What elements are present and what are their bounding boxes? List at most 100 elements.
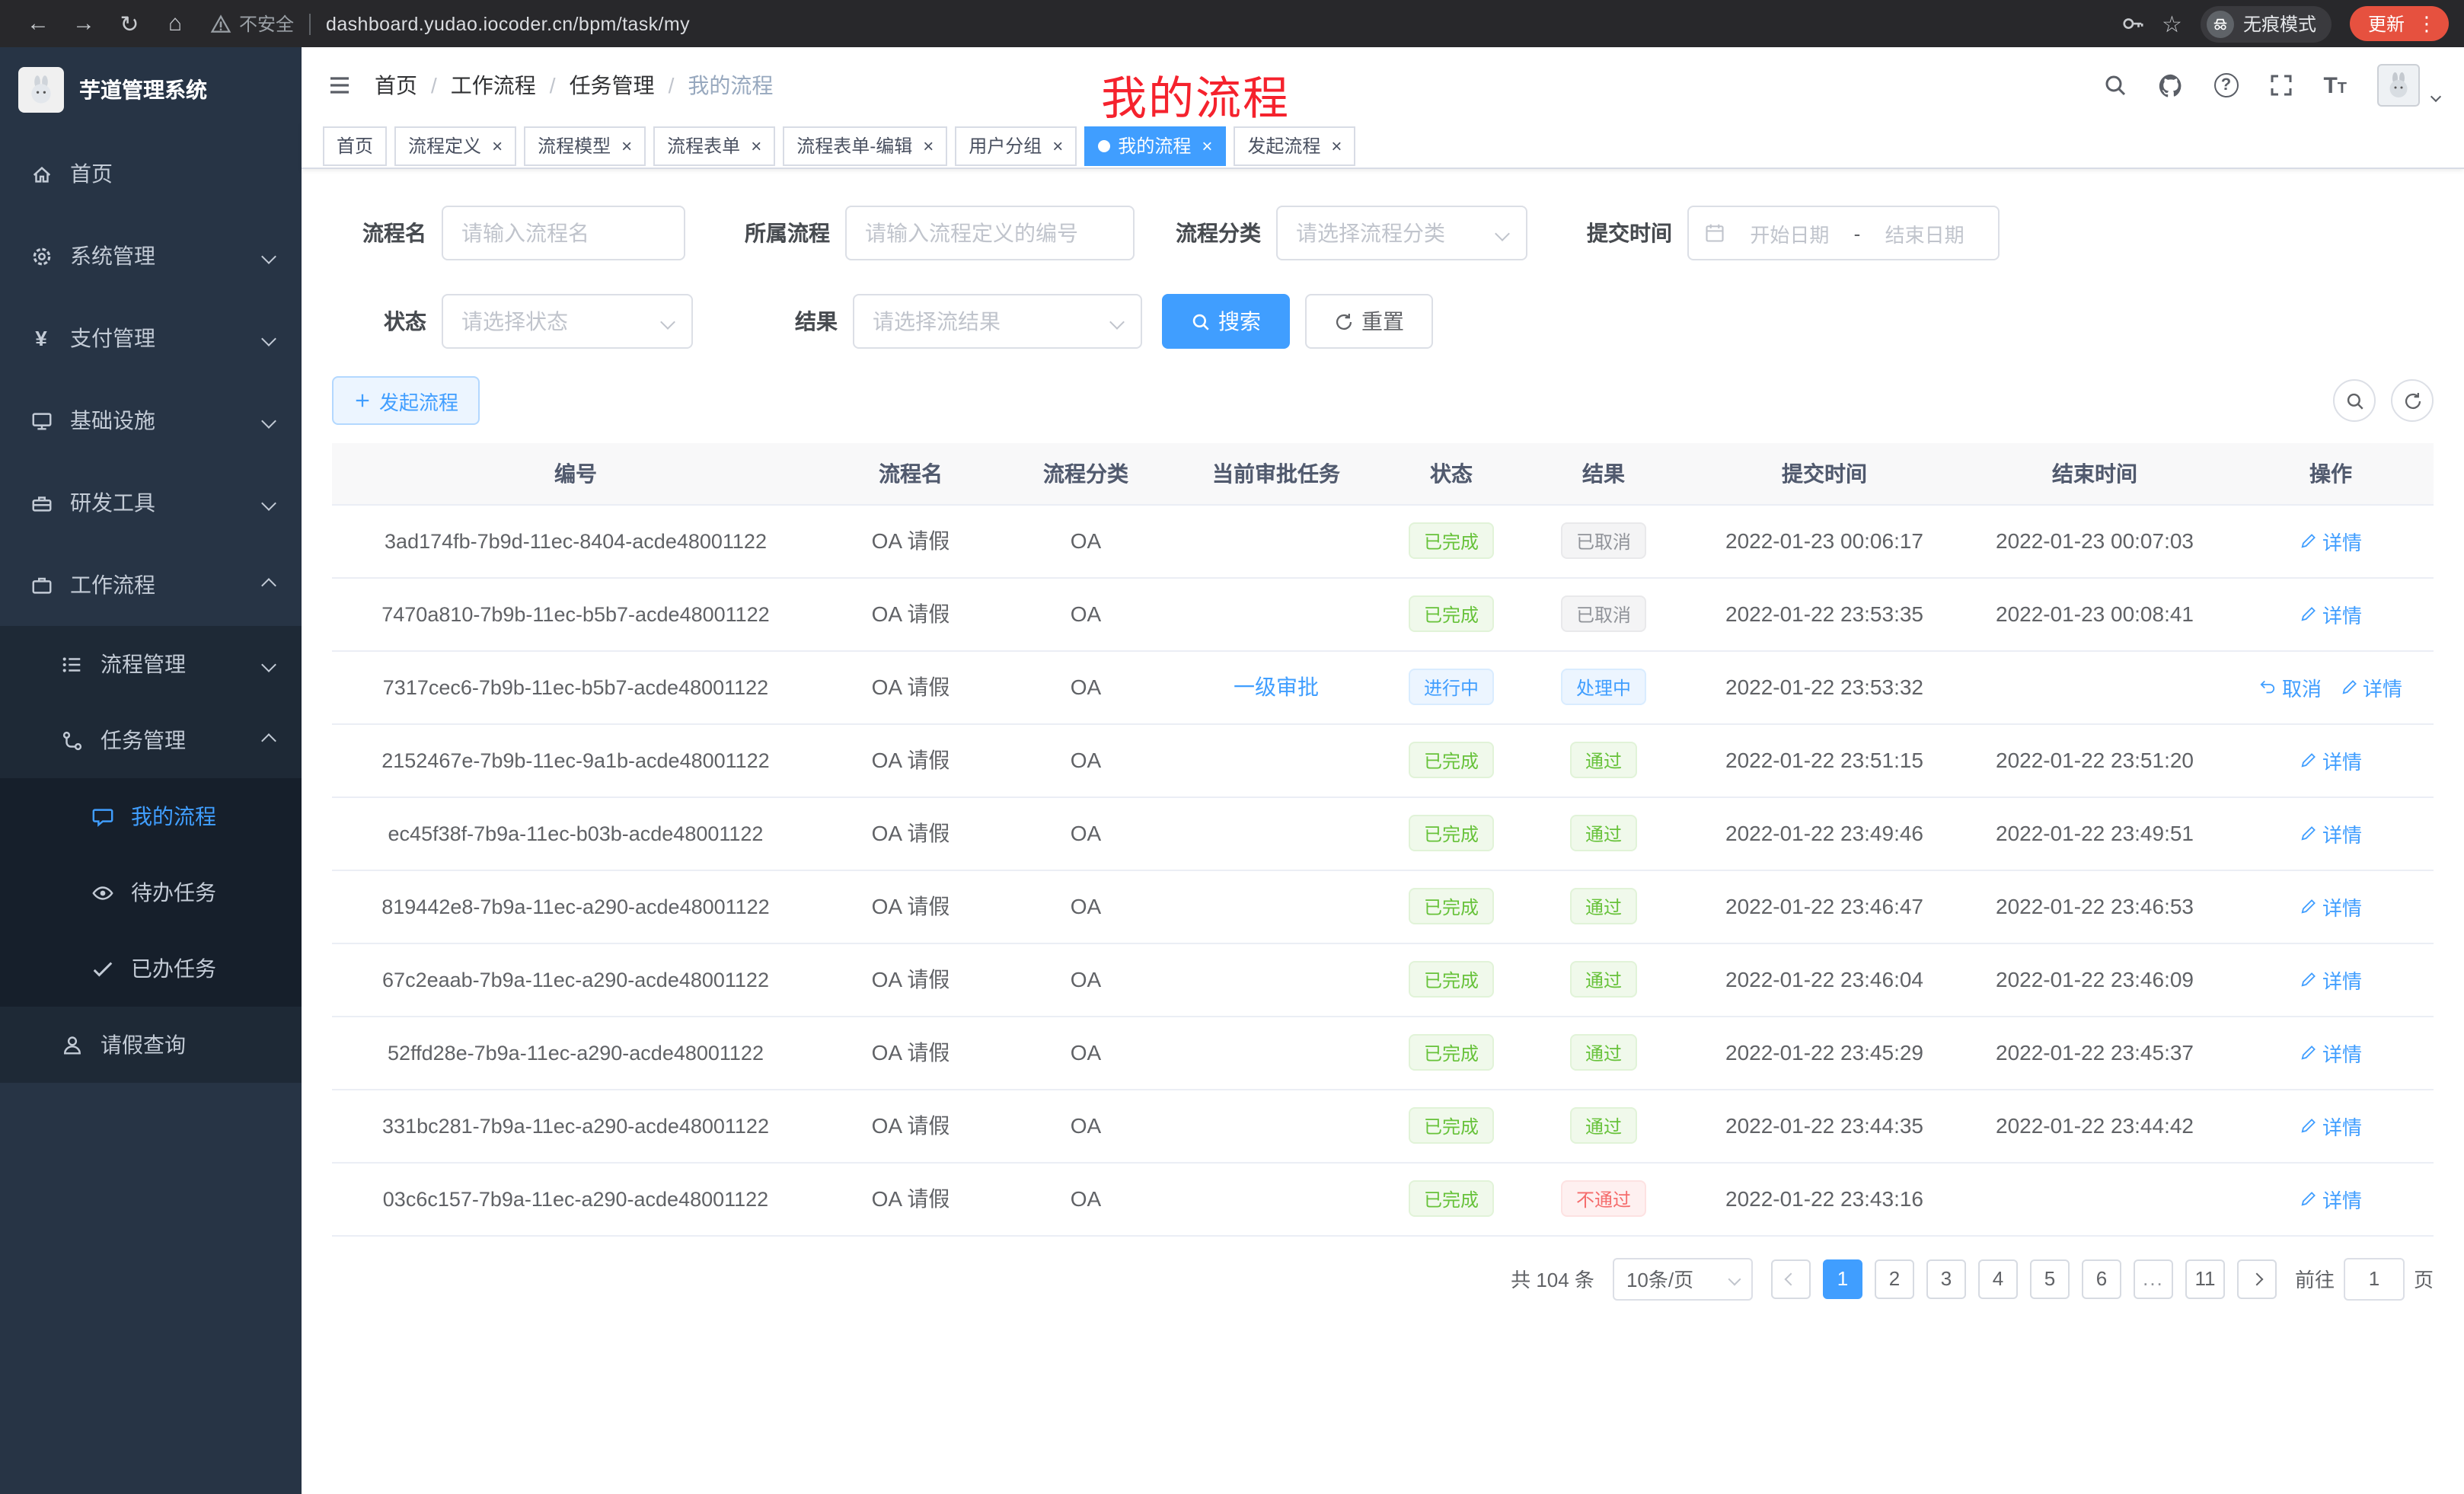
result-select[interactable]: 请选择流结果 <box>853 294 1142 349</box>
submit-time-range-picker[interactable]: 开始日期 - 结束日期 <box>1687 206 2000 260</box>
sidebar-item-task-mgmt[interactable]: 任务管理 <box>0 702 302 778</box>
close-icon[interactable]: × <box>492 135 503 156</box>
user-avatar[interactable] <box>2377 64 2420 107</box>
detail-link[interactable]: 详情 <box>2300 965 2362 994</box>
pager-page-3[interactable]: 3 <box>1926 1259 1966 1298</box>
flow-icon <box>58 729 85 752</box>
detail-link[interactable]: 详情 <box>2340 672 2402 701</box>
breadcrumb-separator: / <box>669 73 675 97</box>
app-logo[interactable]: 芋道管理系统 <box>0 47 302 132</box>
cell-category: OA <box>1002 796 1170 870</box>
tab-home[interactable]: 首页 <box>323 126 387 165</box>
pager-page-11[interactable]: 11 <box>2185 1259 2225 1298</box>
sidebar-item-done-tasks[interactable]: 已办任务 <box>0 931 302 1007</box>
breadcrumb-item[interactable]: 任务管理 <box>570 70 655 101</box>
search-button[interactable]: 搜索 <box>1162 294 1290 349</box>
table-row: 67c2eaab-7b9a-11ec-a290-acde48001122OA 请… <box>332 943 2434 1016</box>
hamburger-icon[interactable] <box>326 73 353 97</box>
submit-time-label: 提交时间 <box>1527 218 1687 248</box>
sidebar-item-infrastructure[interactable]: 基础设施 <box>0 379 302 461</box>
font-size-icon[interactable]: TT <box>2323 72 2347 98</box>
chevron-down-icon[interactable] <box>2430 91 2441 102</box>
detail-link[interactable]: 详情 <box>2300 892 2362 921</box>
message-icon <box>88 805 116 828</box>
status-tag: 已完成 <box>1409 815 1494 851</box>
detail-link[interactable]: 详情 <box>2300 745 2362 774</box>
cell-status: 已完成 <box>1383 1089 1520 1162</box>
key-icon[interactable] <box>2121 12 2143 35</box>
pager-page-6[interactable]: 6 <box>2082 1259 2121 1298</box>
github-icon[interactable] <box>2157 72 2183 98</box>
cancel-link[interactable]: 取消 <box>2259 672 2322 701</box>
tab-process-definition[interactable]: 流程定义× <box>394 126 516 165</box>
page-size-select[interactable]: 10条/页 <box>1613 1257 1753 1300</box>
close-icon[interactable]: × <box>621 135 632 156</box>
detail-link[interactable]: 详情 <box>2300 819 2362 848</box>
result-tag: 已取消 <box>1561 595 1646 632</box>
sidebar-item-process-mgmt[interactable]: 流程管理 <box>0 626 302 702</box>
detail-link[interactable]: 详情 <box>2300 526 2362 555</box>
close-icon[interactable]: × <box>751 135 761 156</box>
refresh-table-button[interactable] <box>2391 379 2434 422</box>
update-button[interactable]: 更新 ⋮ <box>2350 6 2449 41</box>
breadcrumb-item[interactable]: 工作流程 <box>451 70 536 101</box>
pager-page-2[interactable]: 2 <box>1875 1259 1914 1298</box>
url-bar[interactable]: dashboard.yudao.iocoder.cn/bpm/task/my <box>326 13 690 34</box>
current-task-link[interactable]: 一级审批 <box>1234 675 1319 699</box>
status-select[interactable]: 请选择状态 <box>442 294 693 349</box>
security-warning[interactable]: 不安全 <box>210 11 294 37</box>
create-process-button[interactable]: 发起流程 <box>332 376 480 425</box>
detail-link[interactable]: 详情 <box>2300 1038 2362 1067</box>
sidebar-item-dev-tools[interactable]: 研发工具 <box>0 461 302 544</box>
fullscreen-icon[interactable] <box>2268 73 2293 97</box>
breadcrumb-item[interactable]: 首页 <box>375 70 417 101</box>
sidebar-item-home[interactable]: 首页 <box>0 132 302 215</box>
help-icon[interactable]: ? <box>2213 73 2238 97</box>
pager-prev[interactable] <box>1771 1259 1811 1298</box>
toggle-search-button[interactable] <box>2333 379 2376 422</box>
process-name-input[interactable] <box>442 206 685 260</box>
tab-process-model[interactable]: 流程模型× <box>524 126 646 165</box>
pager-page-5[interactable]: 5 <box>2030 1259 2070 1298</box>
tab-user-group[interactable]: 用户分组× <box>955 126 1077 165</box>
browser-menu-icon[interactable]: ⋮ <box>2417 11 2437 36</box>
close-icon[interactable]: × <box>1052 135 1063 156</box>
detail-link[interactable]: 详情 <box>2300 1184 2362 1213</box>
refresh-icon[interactable]: ↻ <box>107 10 152 37</box>
sidebar-item-workflow[interactable]: 工作流程 <box>0 544 302 626</box>
pager-ellipsis[interactable]: ... <box>2134 1259 2173 1298</box>
viewport: ← → ↻ ⌂ 不安全 dashboard.yudao.iocoder.cn/b… <box>0 0 2464 1494</box>
pager-page-1[interactable]: 1 <box>1823 1259 1862 1298</box>
tab-process-form[interactable]: 流程表单× <box>653 126 775 165</box>
result-tag: 通过 <box>1570 888 1637 924</box>
goto-page-input[interactable] <box>2344 1257 2405 1300</box>
sidebar-item-todo-tasks[interactable]: 待办任务 <box>0 854 302 931</box>
tab-start-process[interactable]: 发起流程× <box>1234 126 1355 165</box>
category-select[interactable]: 请选择流程分类 <box>1276 206 1527 260</box>
forward-icon[interactable]: → <box>61 11 107 37</box>
pager-page-4[interactable]: 4 <box>1978 1259 2018 1298</box>
incognito-label: 无痕模式 <box>2243 11 2316 37</box>
close-icon[interactable]: × <box>1202 135 1212 156</box>
tab-process-form-edit[interactable]: 流程表单-编辑× <box>783 126 947 165</box>
cell-category: OA <box>1002 870 1170 943</box>
definition-input[interactable] <box>845 206 1135 260</box>
close-icon[interactable]: × <box>1331 135 1342 156</box>
close-icon[interactable]: × <box>923 135 934 156</box>
reset-button[interactable]: 重置 <box>1305 294 1433 349</box>
sidebar-item-leave-query[interactable]: 请假查询 <box>0 1007 302 1083</box>
cell-end-time: 2022-01-23 00:07:03 <box>1961 504 2228 577</box>
definition-label: 所属流程 <box>685 218 845 248</box>
bookmark-star-icon[interactable]: ☆ <box>2162 10 2182 37</box>
filter-row-2: 状态 请选择状态 结果 请选择流结果 搜索 <box>332 294 2434 349</box>
sidebar-item-payment[interactable]: ¥支付管理 <box>0 297 302 379</box>
detail-link[interactable]: 详情 <box>2300 1111 2362 1140</box>
pager-next[interactable] <box>2237 1259 2277 1298</box>
home-icon-browser[interactable]: ⌂ <box>152 11 198 37</box>
sidebar-item-system[interactable]: 系统管理 <box>0 215 302 297</box>
back-icon[interactable]: ← <box>15 11 61 37</box>
sidebar-item-my-process[interactable]: 我的流程 <box>0 778 302 854</box>
detail-link[interactable]: 详情 <box>2300 599 2362 628</box>
search-icon[interactable] <box>2102 73 2127 97</box>
tab-my-process[interactable]: 我的流程× <box>1084 126 1226 165</box>
